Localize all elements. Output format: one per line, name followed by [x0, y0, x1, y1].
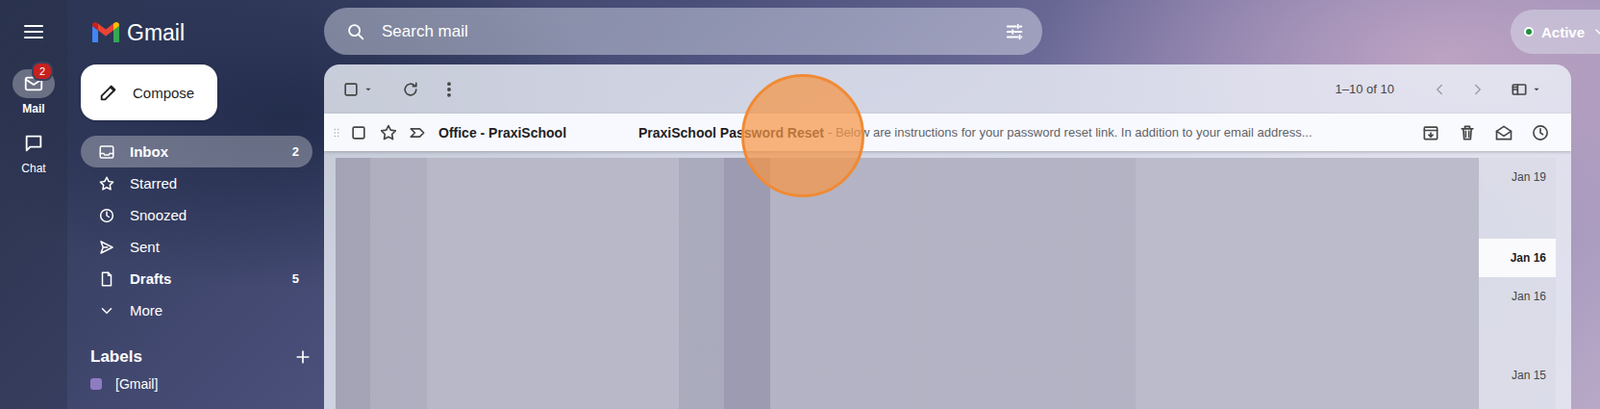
- compose-button[interactable]: Compose: [80, 64, 218, 121]
- labels-header: Labels: [90, 345, 313, 369]
- rail-item[interactable]: Chat: [12, 128, 55, 175]
- logo-text[interactable]: Gmail: [126, 19, 185, 47]
- rail-pill[interactable]: 2: [12, 69, 55, 99]
- row-actions: [1409, 123, 1572, 143]
- split-pane-button[interactable]: [1509, 75, 1545, 104]
- chevron-left-icon[interactable]: [1430, 80, 1449, 99]
- checkbox-icon[interactable]: [349, 123, 369, 143]
- email-subject[interactable]: PraxiSchool Password Reset: [638, 125, 825, 141]
- refresh-button[interactable]: [400, 75, 421, 104]
- refresh-icon[interactable]: [400, 79, 421, 100]
- click-highlight: [741, 74, 865, 198]
- caret-icon[interactable]: [360, 81, 376, 98]
- split-pane-icon[interactable]: [1509, 79, 1529, 100]
- email-date[interactable]: Jan 19: [1478, 157, 1556, 197]
- search-input[interactable]: [379, 21, 1004, 43]
- folder-icon-wrap: [97, 270, 117, 288]
- email-date[interactable]: Jan 15: [1478, 355, 1556, 395]
- email-row[interactable]: Office - PraxiSchoolPraxiSchool Password…: [324, 113, 1572, 151]
- select-all-button[interactable]: [341, 75, 376, 104]
- folder-count: 2: [292, 144, 300, 159]
- star-icon[interactable]: [98, 175, 116, 193]
- toolbar: 1–10 of 10: [324, 64, 1572, 114]
- more-vert-icon[interactable]: [439, 79, 459, 100]
- gmail-logo[interactable]: Gmail: [67, 0, 325, 65]
- trash-icon[interactable]: [1457, 123, 1477, 143]
- folder-label[interactable]: More: [129, 301, 300, 319]
- folder-label[interactable]: Sent: [129, 238, 300, 255]
- tune-icon[interactable]: [1003, 21, 1025, 43]
- label-name[interactable]: [Gmail]: [115, 375, 158, 392]
- send-icon[interactable]: [98, 238, 116, 256]
- chevron-right-icon[interactable]: [1469, 80, 1487, 99]
- top-bar: Active: [324, 0, 1600, 65]
- inbox-icon[interactable]: [98, 143, 116, 161]
- search-bar[interactable]: [324, 7, 1043, 55]
- archive-icon[interactable]: [1421, 123, 1441, 143]
- chevron-down-icon[interactable]: [98, 301, 116, 320]
- hamburger-icon[interactable]: [22, 20, 46, 44]
- checkbox-icon[interactable]: [341, 79, 361, 100]
- email-snippet[interactable]: - Below are instructions for your passwo…: [827, 125, 1410, 140]
- redacted-block: [335, 157, 1479, 409]
- importance-icon[interactable]: [407, 123, 427, 143]
- rail-label[interactable]: Chat: [21, 161, 46, 175]
- folder-list: Inbox2 Starred Snoozed Sent Drafts5 More: [67, 135, 325, 326]
- rail-pill[interactable]: [12, 128, 55, 158]
- chevron-down-icon[interactable]: [1592, 24, 1600, 40]
- date-column: Jan 19 Jan 16Jan 16 Jan 15: [1478, 157, 1556, 409]
- pencil-icon[interactable]: [98, 81, 120, 103]
- plus-icon[interactable]: [293, 347, 313, 367]
- search-icon[interactable]: [345, 21, 367, 43]
- snooze-icon[interactable]: [1530, 123, 1550, 143]
- rail-item[interactable]: 2 Mail: [12, 69, 55, 116]
- sidebar: Gmail Compose Inbox2 Starred Snoozed Sent Draf…: [67, 0, 325, 409]
- folder-item[interactable]: Drafts5: [80, 262, 313, 295]
- chat-icon[interactable]: [23, 132, 45, 154]
- star-icon[interactable]: [378, 123, 399, 143]
- prev-page-button[interactable]: [1430, 75, 1449, 104]
- folder-item[interactable]: Inbox2: [80, 135, 313, 168]
- status-label[interactable]: Active: [1541, 24, 1585, 41]
- clock-icon[interactable]: [98, 206, 116, 225]
- folder-label[interactable]: Snoozed: [129, 206, 300, 224]
- compose-label[interactable]: Compose: [132, 84, 195, 101]
- folder-item[interactable]: More: [80, 294, 313, 326]
- next-page-button[interactable]: [1469, 75, 1487, 104]
- email-sender[interactable]: Office - PraxiSchool: [438, 125, 639, 141]
- more-button[interactable]: [439, 75, 459, 104]
- app-rail: 2 Mail Chat: [0, 0, 68, 409]
- folder-label[interactable]: Drafts: [129, 270, 293, 287]
- folder-count: 5: [292, 271, 300, 286]
- rail-label[interactable]: Mail: [22, 101, 45, 116]
- folder-item[interactable]: Snoozed: [80, 199, 313, 231]
- folder-icon-wrap: [97, 175, 117, 193]
- gmail-m-icon[interactable]: [90, 21, 122, 45]
- status-chip[interactable]: Active: [1510, 9, 1600, 54]
- file-icon[interactable]: [98, 270, 116, 288]
- label-color-icon: [90, 377, 102, 390]
- message-panel: 1–10 of 10 Office - PraxiSchoolPraxiSchoo…: [324, 64, 1572, 409]
- main-area: Active 1–10 of 10 Office - PraxiSchoolPrax…: [324, 0, 1600, 409]
- page-range: 1–10 of 10: [1335, 81, 1395, 97]
- email-date[interactable]: Jan 16: [1478, 238, 1556, 277]
- caret-icon[interactable]: [1528, 81, 1545, 98]
- status-dot: [1524, 26, 1534, 37]
- folder-item[interactable]: Sent: [80, 230, 313, 263]
- label-item[interactable]: [Gmail]: [90, 375, 325, 392]
- folder-icon-wrap: [97, 206, 117, 225]
- drag-handle-icon[interactable]: [329, 125, 344, 140]
- email-date[interactable]: Jan 16: [1478, 276, 1556, 316]
- mark-unread-icon[interactable]: [1494, 123, 1514, 143]
- folder-icon-wrap: [97, 301, 117, 320]
- labels-title: Labels: [90, 347, 294, 367]
- folder-icon-wrap: [97, 238, 117, 256]
- folder-label[interactable]: Starred: [129, 175, 300, 192]
- folder-label[interactable]: Inbox: [129, 143, 293, 160]
- unread-badge: 2: [31, 61, 53, 81]
- redacted-list: Jan 19 Jan 16Jan 16 Jan 15: [324, 150, 1572, 409]
- folder-icon-wrap: [97, 143, 117, 161]
- folder-item[interactable]: Starred: [80, 167, 313, 200]
- main-menu-button[interactable]: [21, 19, 47, 45]
